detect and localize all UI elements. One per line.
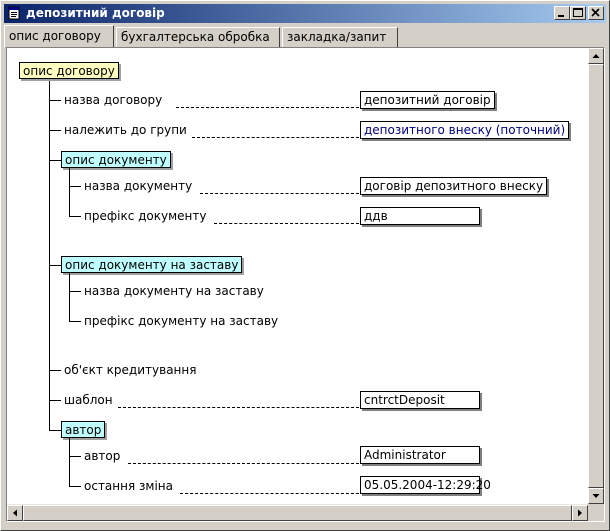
doc-name-label: назва документу [84,179,193,193]
scroll-down-button[interactable] [588,488,604,504]
vertical-scrollbar[interactable] [588,48,604,504]
tree-connector [49,100,61,101]
tree-connector [49,370,61,371]
scroll-right-button[interactable] [572,505,588,521]
tree-connector [49,160,61,161]
maximize-button[interactable] [570,6,586,20]
tree-connector [69,321,81,322]
scrollbar-corner [588,504,604,521]
pledge-section-node[interactable]: опис документу на заставу [61,256,243,273]
minimize-icon [558,15,564,17]
group-text: депозитного внеску (поточний) [364,123,566,137]
tab-accounting-processing[interactable]: бухгалтерська обробка [116,27,280,47]
leader-line [176,107,359,108]
tree-connector [49,80,50,430]
window-title: депозитний договір [26,6,165,20]
leader-line [118,407,359,408]
tab-contract-description[interactable]: опис договору [4,25,114,47]
tree-root-label: опис договору [23,64,115,78]
group-label: належить до групи [64,123,187,137]
leader-line [214,223,359,224]
doc-prefix-label: префікс документу [84,209,207,223]
scroll-left-button[interactable] [7,505,23,521]
template-text: cntrctDeposit [364,393,445,407]
doc-name-value[interactable]: договір депозитного внеску [360,177,548,195]
tab-bookmark-query[interactable]: закладка/запит [282,27,398,47]
doc-name-text: договір депозитного внеску [364,179,544,193]
author-section-node[interactable]: автор [61,421,106,438]
last-change-value[interactable]: 05.05.2004-12:29:20 [360,476,491,494]
document-icon [8,6,20,20]
contract-name-label: назва договору [64,93,163,107]
leader-line [200,193,359,194]
leader-line [180,493,359,494]
author-section-label: автор [65,423,102,437]
leader-line [192,137,359,138]
tree-panel: опис договору назва договору депозитний … [6,47,605,522]
arrow-up-icon [592,54,600,58]
contract-name-text: депозитний договір [364,93,491,107]
tab-label: закладка/запит [287,30,387,44]
tab-strip: опис договору бухгалтерська обробка закл… [4,25,606,47]
template-value[interactable]: cntrctDeposit [360,391,480,409]
credit-object-label: об'єкт кредитування [64,363,197,377]
horizontal-scrollbar[interactable] [7,504,588,521]
pledge-section-label: опис документу на заставу [65,258,239,272]
doc-prefix-value[interactable]: ддв [360,207,480,225]
pledge-name-label: назва документу на заставу [84,284,264,298]
tree-connector [69,216,81,217]
tree-connector [49,265,61,266]
contract-name-value[interactable]: депозитний договір [360,91,495,109]
tree-connector [69,186,81,187]
template-label: шаблон [64,393,113,407]
pledge-prefix-label: префікс документу на заставу [84,314,279,328]
group-value[interactable]: депозитного внеску (поточний) [360,121,570,139]
tree-connector [69,273,70,321]
tree-connector [49,400,61,401]
last-change-text: 05.05.2004-12:29:20 [364,478,491,492]
tree-connector [49,130,61,131]
title-bar[interactable]: депозитний договір [4,4,606,23]
tab-label: опис договору [9,29,101,43]
tree-connector [69,291,81,292]
last-change-label: остання зміна [84,479,173,493]
doc-section-label: опис документу [65,153,167,167]
scroll-up-button[interactable] [588,48,604,64]
tree-connector [69,456,81,457]
horizontal-scroll-thumb[interactable] [23,505,572,521]
doc-section-node[interactable]: опис документу [61,151,171,168]
leader-line [128,463,359,464]
doc-prefix-text: ддв [364,209,388,223]
tree-canvas: опис договору назва договору депозитний … [7,48,588,504]
author-label: автор [84,449,121,463]
tab-label: бухгалтерська обробка [121,30,270,44]
minimize-button[interactable] [554,6,570,20]
maximize-icon [573,8,583,17]
author-value[interactable]: Administrator [360,446,480,464]
window: депозитний договір опис договору бухгалт… [0,0,610,531]
arrow-left-icon [13,509,17,517]
tree-connector [69,438,70,486]
vertical-scroll-thumb[interactable] [588,64,604,488]
tree-connector [49,430,61,431]
tree-connector [69,486,81,487]
arrow-right-icon [578,509,582,517]
author-text: Administrator [364,448,446,462]
close-button[interactable] [588,6,604,20]
arrow-down-icon [592,494,600,498]
tree-connector [69,168,70,216]
tree-root-node[interactable]: опис договору [19,62,119,79]
close-icon [591,8,600,17]
